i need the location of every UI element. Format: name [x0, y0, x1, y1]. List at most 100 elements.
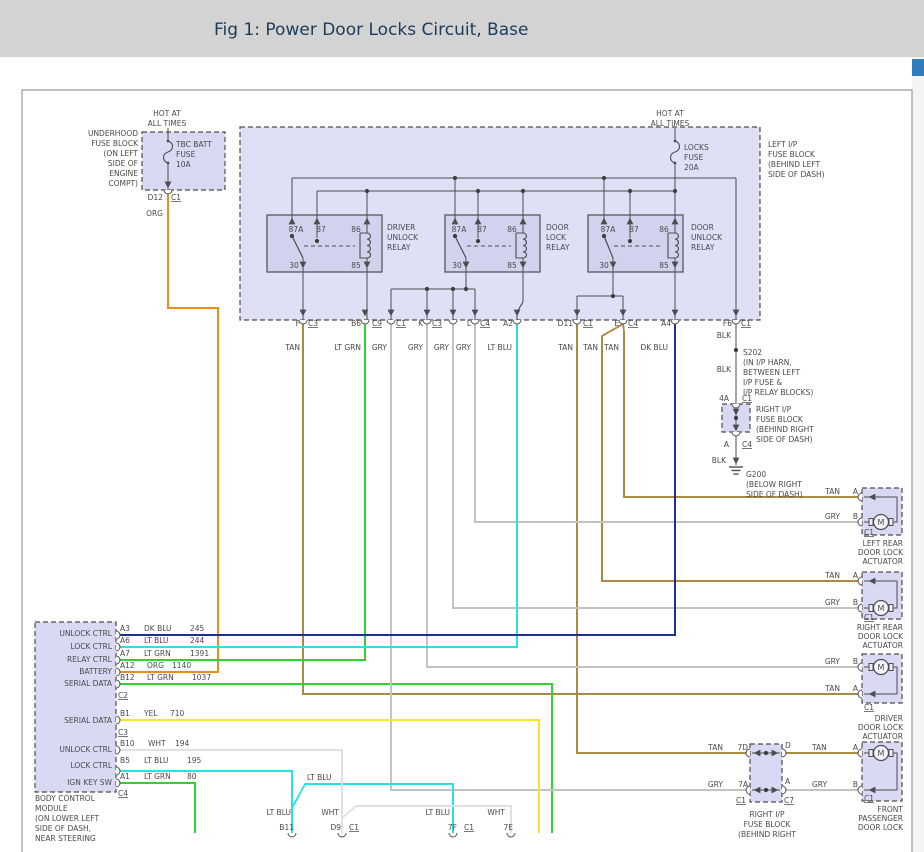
diagram-label: C1 [464, 823, 474, 832]
diagram-label: 1140 [172, 661, 191, 670]
diagram-label: (ON LEFT [103, 149, 138, 158]
diagram-label: (BEHIND RIGHT [738, 830, 796, 839]
diagram-label: DK BLU [144, 624, 172, 633]
diagram-label: SIDE OF DASH) [756, 435, 813, 444]
diagram-label: C3 [308, 319, 318, 328]
diagram-label: A4 [661, 319, 671, 328]
diagram-label: B [853, 780, 858, 789]
diagram-label: SIDE OF DASH, [35, 824, 91, 833]
diagram-label: 194 [175, 739, 190, 748]
diagram-label: B12 [120, 673, 135, 682]
diagram-label: 7A [738, 780, 749, 789]
diagram-label: 1037 [192, 673, 211, 682]
junction-dot [475, 238, 481, 244]
wire-gry [452, 320, 862, 609]
diagram-label: 30 [289, 261, 299, 270]
wire-ltgrn [118, 782, 196, 833]
diagram-label: LT BLU [425, 808, 450, 817]
diagram-label: LOCK CTRL [70, 761, 112, 770]
diagram-label: F6 [723, 319, 732, 328]
junction-dot [733, 347, 739, 353]
junction-dot [601, 233, 607, 239]
diagram-label: (IN I/P HARN, [743, 358, 792, 367]
diagram-label: B [853, 657, 858, 666]
junction-dot [520, 188, 526, 194]
diagram-label: C1 [349, 823, 359, 832]
diagram-label: GRY [456, 343, 472, 352]
diagram-label: C1 [864, 613, 874, 622]
diagram-label: C1 [396, 319, 406, 328]
diagram-label: SIDE OF [108, 159, 138, 168]
diagram-label: 195 [187, 756, 202, 765]
diagram-label: B [853, 512, 858, 521]
diagram-label: 87 [629, 225, 639, 234]
connector-bump [857, 785, 863, 795]
diagram-label: C1 [741, 319, 751, 328]
diagram-label: GRY [708, 780, 724, 789]
motor-label: M [878, 663, 885, 672]
junction-dot [627, 188, 633, 194]
diagram-label: ENGINE [109, 169, 138, 178]
motor-brush [868, 604, 874, 612]
diagram-label: A [853, 743, 859, 752]
diagram-label: DRIVER [875, 714, 903, 723]
diagram-label: C2 [118, 691, 128, 700]
diagram-label: A [853, 487, 859, 496]
junction-dot [627, 238, 633, 244]
connector-bump [857, 662, 863, 672]
diagram-label: D [785, 741, 791, 750]
diagram-label: SIDE OF DASH) [768, 170, 825, 179]
diagram-label: D9 [330, 823, 341, 832]
connector-bump [618, 319, 628, 325]
diagram-label: B [853, 598, 858, 607]
diagram-label: LOCK CTRL [70, 642, 112, 651]
diagram-label: A [724, 440, 730, 449]
diagram-label: I/P RELAY BLOCKS) [743, 388, 813, 397]
diagram-label: C4 [118, 789, 128, 798]
diagram-label: UNLOCK CTRL [59, 629, 112, 638]
diagram-label: FRONT [877, 805, 903, 814]
connector-bump [857, 748, 863, 758]
diagram-label: 86 [507, 225, 517, 234]
diagram-label: NEAR STEERING [35, 834, 96, 843]
connector-bump [506, 832, 516, 838]
diagram-label: ALL TIMES [148, 119, 187, 128]
diagram-label: A [785, 777, 791, 786]
diagram-label: SERIAL DATA [64, 679, 113, 688]
connector-bump [337, 832, 347, 838]
connector-bump [422, 319, 432, 325]
diagram-label: 7F [448, 823, 457, 832]
connector-bump [448, 832, 458, 838]
connector-bump [857, 517, 863, 527]
diagram-label: 87A [289, 225, 305, 234]
diagram-label: LT GRN [334, 343, 361, 352]
diagram-label: GRY [372, 343, 388, 352]
diagram-label: C1 [864, 528, 874, 537]
connector-bump [857, 603, 863, 613]
diagram-label: A1 [120, 772, 130, 781]
diagram-label: TAN [582, 343, 598, 352]
fuse-end [166, 139, 170, 143]
diagram-label: A6 [120, 636, 130, 645]
motor-label: M [878, 749, 885, 758]
diagram-label: TAN [811, 743, 827, 752]
diagram-label: TAN [824, 487, 840, 496]
wire-tan [601, 323, 862, 582]
diagram-label: FUSE BLOCK [744, 820, 792, 829]
diagram-label: LOCK [546, 233, 567, 242]
connector-bump [512, 319, 522, 325]
diagram-label: GRY [825, 657, 841, 666]
diagram-label: GRY [434, 343, 450, 352]
diagram-label: LEFT REAR [863, 539, 903, 548]
motor-brush [888, 749, 894, 757]
diagram-label: FUSE [176, 150, 196, 159]
connector-bump [572, 319, 582, 325]
diagram-label: IGN KEY SW [67, 778, 112, 787]
diagram-label: 30 [599, 261, 609, 270]
diagram-label: A [853, 571, 859, 580]
diagram-label: 10A [176, 160, 192, 169]
diagram-label: A3 [120, 624, 130, 633]
motor-brush [868, 749, 874, 757]
diagram-label: LOCKS [684, 143, 709, 152]
diagram-label: C7 [784, 796, 794, 805]
